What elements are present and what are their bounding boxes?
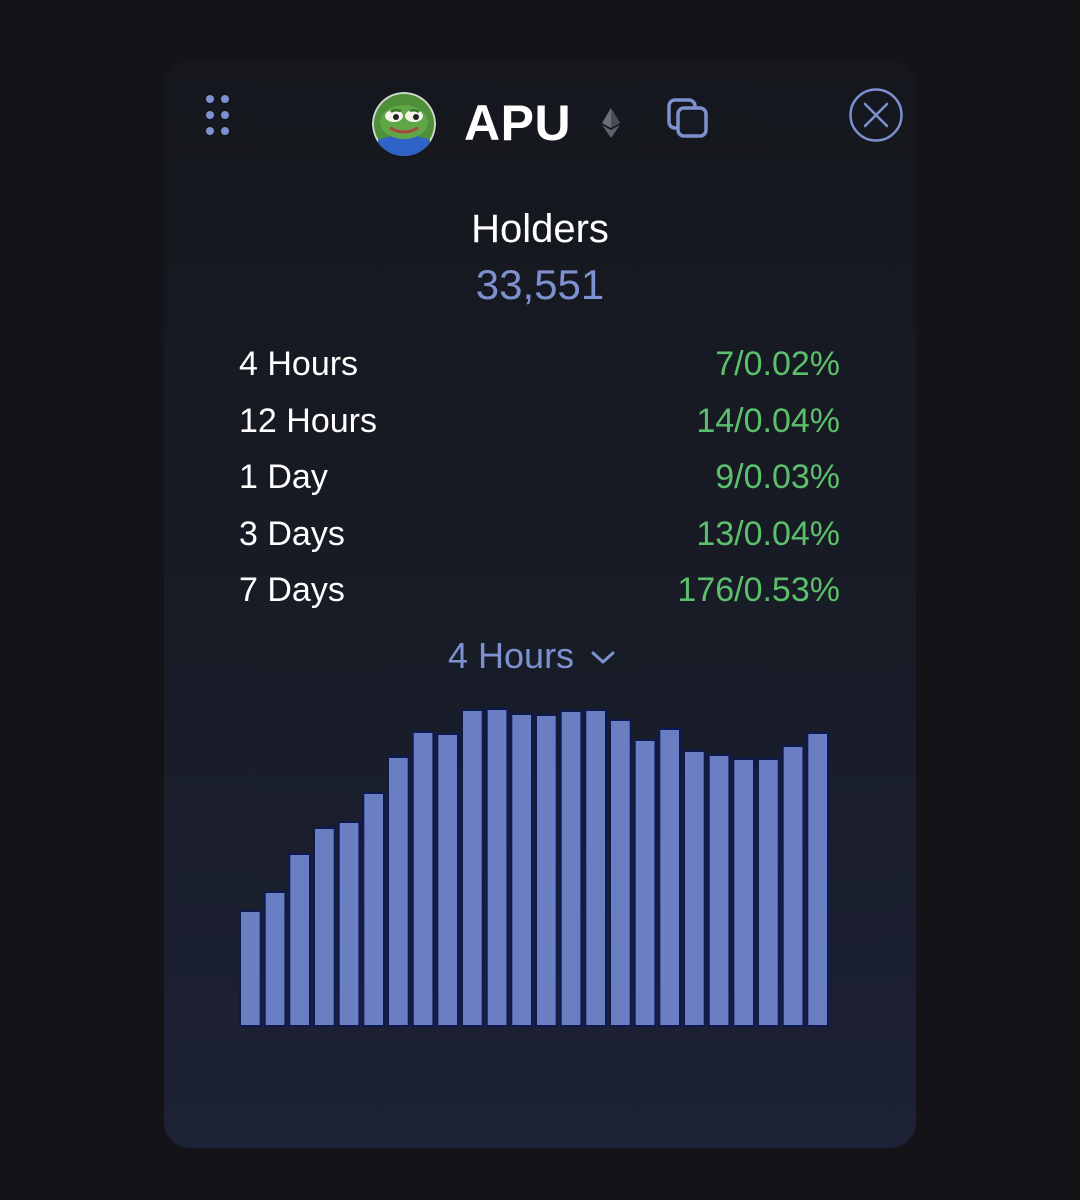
token-name: APU	[464, 95, 572, 151]
chart-bar	[436, 733, 460, 1027]
stat-value: 13/0.04%	[696, 514, 840, 553]
chart-bar	[510, 713, 533, 1027]
chart-bar	[387, 756, 410, 1027]
grip-dots-icon[interactable]	[205, 95, 231, 135]
chart-bar	[633, 739, 657, 1027]
chart-bar	[609, 719, 632, 1027]
interval-dropdown[interactable]: 4 Hours	[448, 630, 616, 682]
stat-row-12-hours: 12 Hours 14/0.04%	[239, 393, 840, 450]
chart-bar	[707, 754, 731, 1027]
chart-bar	[288, 853, 311, 1027]
chart-bar	[263, 891, 287, 1027]
stat-row-7-days: 7 Days 176/0.53%	[239, 562, 840, 619]
close-circle-icon[interactable]	[848, 87, 904, 143]
stat-value: 176/0.53%	[677, 571, 840, 609]
chart-bar	[658, 728, 681, 1027]
stat-label: 3 Days	[239, 514, 345, 553]
holders-bar-chart	[238, 696, 830, 1032]
stat-value: 7/0.02%	[715, 345, 840, 383]
chart-bar	[683, 750, 706, 1027]
pepe-frog-avatar	[372, 92, 436, 156]
holders-title: Holders	[471, 207, 609, 251]
ethereum-icon	[600, 107, 622, 139]
holders-count: 33,551	[475, 261, 605, 308]
chart-bar	[732, 758, 755, 1027]
stat-row-3-days: 3 Days 13/0.04%	[239, 506, 840, 563]
chart-bar	[584, 709, 607, 1027]
stat-label: 12 Hours	[239, 401, 377, 440]
holder-change-list: 4 Hours 7/0.02% 12 Hours 14/0.04% 1 Day …	[239, 336, 840, 619]
stat-label: 4 Hours	[239, 345, 359, 383]
stat-row-1-day: 1 Day 9/0.03%	[239, 449, 840, 506]
chart-bar	[411, 731, 435, 1027]
chart-bar	[559, 710, 583, 1027]
stat-value: 14/0.04%	[696, 401, 840, 440]
chart-bar	[337, 821, 361, 1027]
stat-value: 9/0.03%	[715, 458, 840, 496]
chart-bar	[535, 714, 558, 1027]
chart-bar	[757, 758, 780, 1027]
stat-row-4-hours: 4 Hours 7/0.02%	[239, 336, 840, 393]
chart-bar	[806, 732, 829, 1027]
chevron-down-icon	[590, 650, 616, 666]
stat-label: 7 Days	[239, 571, 345, 609]
copy-icon[interactable]	[664, 97, 712, 141]
chart-bar	[239, 910, 262, 1027]
chart-bar	[313, 827, 336, 1027]
chart-bar	[485, 708, 509, 1027]
chart-bar	[461, 709, 484, 1027]
chart-bar	[362, 792, 386, 1027]
interval-dropdown-label: 4 Hours	[448, 635, 575, 676]
chart-bar	[781, 745, 805, 1027]
stat-label: 1 Day	[239, 458, 328, 496]
